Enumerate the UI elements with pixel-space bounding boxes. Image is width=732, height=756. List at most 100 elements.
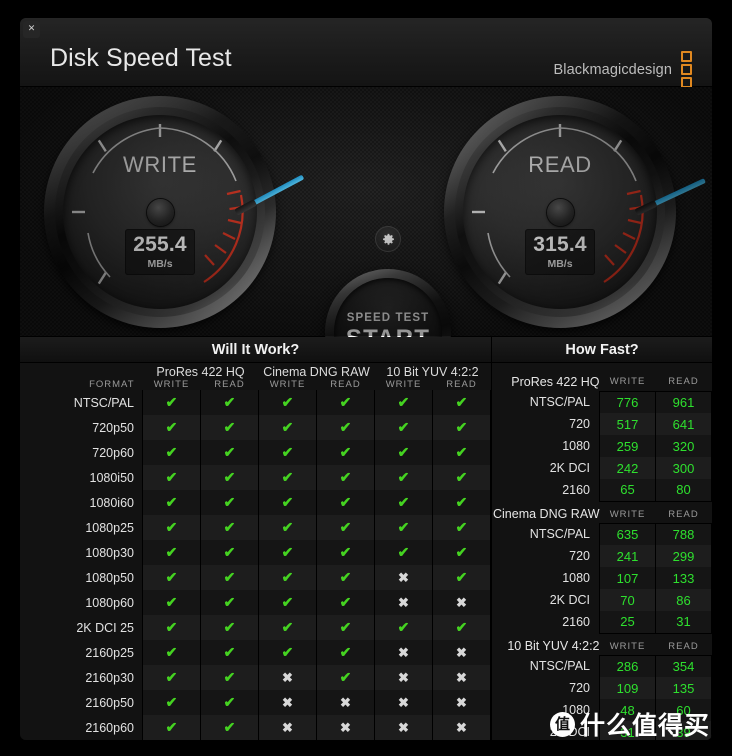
check-icon: ✔: [432, 440, 491, 465]
read-gauge: READ 315.4 MB/s: [444, 96, 706, 328]
settings-button[interactable]: [375, 226, 401, 252]
check-icon: ✔: [142, 690, 201, 715]
check-icon: ✔: [432, 465, 491, 490]
group-header-dng: Cinema DNG RAW: [263, 365, 370, 379]
check-icon: ✔: [374, 490, 433, 515]
write-unit: MB/s: [147, 258, 173, 270]
write-speed-value: 48: [599, 699, 656, 721]
how-fast-section-header: 10 Bit YUV 4:2:2 WRITE READ: [492, 633, 712, 655]
check-icon: ✔: [142, 415, 201, 440]
table-row: 1080 48 60: [492, 699, 712, 721]
check-icon: ✔: [258, 565, 317, 590]
table-row: NTSC/PAL 286 354: [492, 654, 712, 677]
check-icon: ✔: [142, 490, 201, 515]
table-row: 2K DCI 242 300: [492, 457, 712, 479]
cross-icon: ✖: [374, 640, 433, 665]
check-icon: ✔: [316, 440, 375, 465]
how-fast-section-header: Cinema DNG RAW WRITE READ: [492, 501, 712, 523]
table-row: 2K DCI 70 86: [492, 589, 712, 611]
column-header-write-1: WRITE: [153, 379, 190, 390]
format-label: 1080p25: [85, 520, 134, 535]
will-it-work-panel: Will It Work? ProRes 422 HQ Cinema DNG R…: [20, 337, 492, 740]
check-icon: ✔: [258, 490, 317, 515]
check-icon: ✔: [432, 565, 491, 590]
format-label: NTSC/PAL: [73, 395, 134, 410]
sub-header-row: FORMAT WRITE READ WRITE READ WRITE READ: [20, 379, 491, 390]
format-label: 2K DCI 25: [76, 620, 134, 635]
cross-icon: ✖: [432, 590, 491, 615]
cross-icon: ✖: [374, 565, 433, 590]
format-label: 720p50: [92, 420, 134, 435]
resolution-label: 720: [569, 549, 590, 563]
section-name: 10 Bit YUV 4:2:2: [507, 639, 600, 653]
table-row: 1080p60 ✔ ✔ ✔ ✔ ✖ ✖: [20, 590, 491, 615]
write-speed-value: 107: [599, 567, 656, 589]
cross-icon: ✖: [374, 590, 433, 615]
column-header-format: FORMAT: [89, 379, 135, 390]
how-fast-panel: How Fast? ProRes 422 HQ WRITE READ NTSC/PAL…: [492, 337, 712, 740]
write-speed-value: 241: [599, 545, 656, 567]
table-row: 720p60 ✔ ✔ ✔ ✔ ✔ ✔: [20, 440, 491, 465]
format-label: 2160p25: [85, 645, 134, 660]
check-icon: ✔: [200, 415, 259, 440]
check-icon: ✔: [316, 615, 375, 640]
table-row: 2160 65 80: [492, 479, 712, 502]
read-speed-value: 788: [655, 522, 712, 545]
check-icon: ✔: [316, 515, 375, 540]
table-row: 1080i50 ✔ ✔ ✔ ✔ ✔ ✔: [20, 465, 491, 490]
table-row: 2K DCI 31 39: [492, 721, 712, 740]
cross-icon: ✖: [316, 690, 375, 715]
will-it-work-body: NTSC/PAL ✔ ✔ ✔ ✔ ✔ ✔ 720p50 ✔ ✔ ✔ ✔ ✔ ✔ 720p60 ✔ ✔ ✔ ✔ ✔ ✔ 10…: [20, 390, 491, 740]
check-icon: ✔: [316, 415, 375, 440]
write-gauge: WRITE 255.4 MB/s: [44, 96, 305, 328]
check-icon: ✔: [316, 540, 375, 565]
cross-icon: ✖: [374, 665, 433, 690]
check-icon: ✔: [200, 640, 259, 665]
write-gauge-label: WRITE: [123, 152, 197, 177]
resolution-label: 720: [569, 681, 590, 695]
read-speed-value: 60: [655, 699, 712, 721]
format-label: 1080p30: [85, 545, 134, 560]
check-icon: ✔: [258, 590, 317, 615]
group-header-prores: ProRes 422 HQ: [156, 365, 245, 379]
column-header-write: WRITE: [609, 508, 646, 520]
check-icon: ✔: [142, 540, 201, 565]
format-label: 2160p30: [85, 670, 134, 685]
format-label: 1080i60: [89, 495, 135, 510]
resolution-label: 2K DCI: [549, 593, 590, 607]
start-button-line1: SPEED TEST: [346, 311, 430, 324]
check-icon: ✔: [432, 490, 491, 515]
read-unit: MB/s: [547, 258, 573, 270]
check-icon: ✔: [200, 390, 259, 415]
write-speed-value: 65: [599, 479, 656, 502]
table-row: 2160 25 31: [492, 611, 712, 634]
format-label: 1080p50: [85, 570, 134, 585]
check-icon: ✔: [316, 640, 375, 665]
resolution-label: 1080: [562, 439, 590, 453]
check-icon: ✔: [316, 565, 375, 590]
check-icon: ✔: [142, 515, 201, 540]
check-icon: ✔: [200, 715, 259, 740]
table-row: NTSC/PAL 635 788: [492, 522, 712, 545]
check-icon: ✔: [374, 440, 433, 465]
read-value: 315.4: [533, 233, 587, 256]
section-name: Cinema DNG RAW: [493, 507, 600, 521]
resolution-label: 2160: [562, 615, 590, 629]
write-speed-value: 31: [599, 721, 656, 740]
brand-marks-icon: [681, 51, 692, 88]
resolution-label: 720: [569, 417, 590, 431]
check-icon: ✔: [200, 490, 259, 515]
how-fast-table: ProRes 422 HQ WRITE READ NTSC/PAL 776 961 720 5…: [492, 369, 712, 740]
column-header-read: READ: [668, 508, 699, 520]
cross-icon: ✖: [432, 715, 491, 740]
check-icon: ✔: [316, 390, 375, 415]
column-header-write-2: WRITE: [269, 379, 306, 390]
check-icon: ✔: [142, 390, 201, 415]
read-speed-value: 354: [655, 654, 712, 677]
cross-icon: ✖: [258, 665, 317, 690]
close-icon[interactable]: ✕: [23, 21, 40, 38]
cross-icon: ✖: [374, 715, 433, 740]
format-label: 2160p50: [85, 695, 134, 710]
check-icon: ✔: [432, 415, 491, 440]
write-needle-hub: [146, 198, 174, 226]
